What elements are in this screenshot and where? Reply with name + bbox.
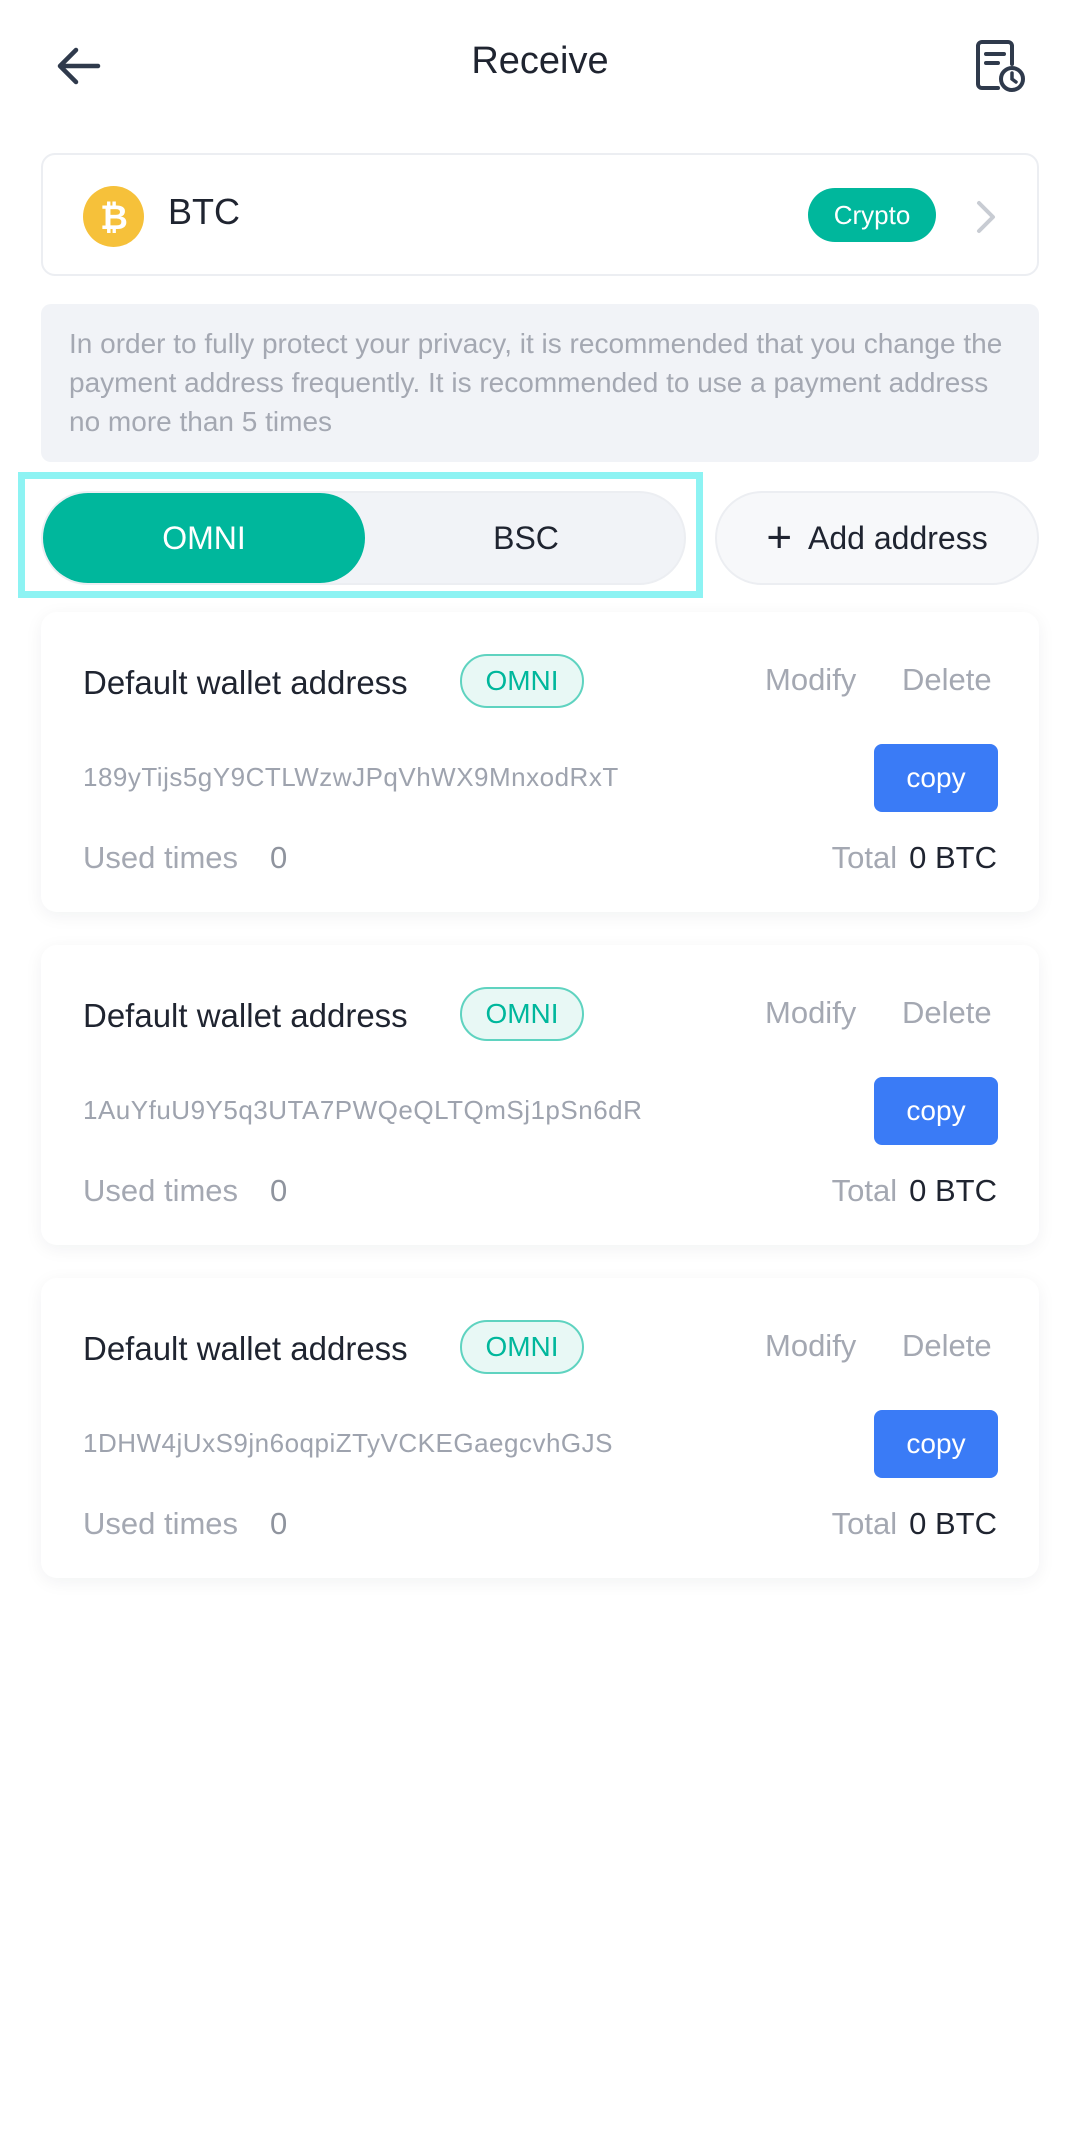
chevron-right-icon xyxy=(977,201,995,233)
network-tag: OMNI xyxy=(460,1320,584,1374)
receipt-clock-icon xyxy=(976,40,1025,92)
history-button[interactable] xyxy=(968,34,1032,98)
modify-button[interactable]: Modify xyxy=(765,995,856,1031)
network-tag: OMNI xyxy=(460,654,584,708)
address-title: Default wallet address xyxy=(83,997,408,1034)
network-tag: OMNI xyxy=(460,987,584,1041)
used-times-label: Used times xyxy=(83,840,239,875)
delete-button[interactable]: Delete xyxy=(902,1328,992,1364)
bitcoin-icon: ₿ xyxy=(83,186,144,247)
network-toggle[interactable]: OMNI BSC xyxy=(41,491,686,585)
app-header: Receive xyxy=(0,0,1080,130)
address-card: Default wallet address OMNI Modify Delet… xyxy=(41,612,1039,912)
total-value: 0 BTC xyxy=(909,1173,997,1208)
used-times-value: 0 xyxy=(270,840,288,875)
wallet-address: 1AuYfuU9Y5q3UTA7PWQeQLTQmSj1pSn6dR xyxy=(83,1095,643,1125)
delete-button[interactable]: Delete xyxy=(902,995,992,1031)
wallet-address: 189yTijs5gY9CTLWzwJPqVhWX9MnxodRxT xyxy=(83,762,619,792)
tab-bsc[interactable]: BSC xyxy=(365,493,687,583)
used-times-label: Used times xyxy=(83,1173,239,1208)
total: Total 0 BTC xyxy=(832,840,997,876)
page-title: Receive xyxy=(471,40,609,82)
svg-text:₿: ₿ xyxy=(100,199,128,237)
total: Total 0 BTC xyxy=(832,1173,997,1209)
privacy-notice: In order to fully protect your privacy, … xyxy=(41,304,1039,462)
wallet-address: 1DHW4jUxS9jn6oqpiZTyVCKEGaegcvhGJS xyxy=(83,1428,613,1458)
total-label: Total xyxy=(831,1506,898,1541)
crypto-badge: Crypto xyxy=(808,188,936,242)
used-times-value: 0 xyxy=(270,1173,288,1208)
coin-symbol: BTC xyxy=(168,191,240,232)
copy-button[interactable]: copy xyxy=(874,1410,998,1478)
plus-icon: + xyxy=(766,513,793,562)
total-value: 0 BTC xyxy=(909,840,997,875)
address-card: Default wallet address OMNI Modify Delet… xyxy=(41,945,1039,1245)
total-label: Total xyxy=(831,840,898,875)
coin-selector[interactable]: ₿ BTC Crypto xyxy=(41,153,1039,276)
address-card: Default wallet address OMNI Modify Delet… xyxy=(41,1278,1039,1578)
add-address-button[interactable]: + Add address xyxy=(715,491,1039,585)
used-times-value: 0 xyxy=(270,1506,288,1541)
used-times-label: Used times xyxy=(83,1506,239,1541)
tab-omni[interactable]: OMNI xyxy=(43,493,365,583)
address-title: Default wallet address xyxy=(83,1330,408,1367)
modify-button[interactable]: Modify xyxy=(765,662,856,698)
total-value: 0 BTC xyxy=(909,1506,997,1541)
add-address-label: Add address xyxy=(808,519,988,556)
total-label: Total xyxy=(831,1173,898,1208)
copy-button[interactable]: copy xyxy=(874,1077,998,1145)
total: Total 0 BTC xyxy=(832,1506,997,1542)
address-title: Default wallet address xyxy=(83,664,408,701)
delete-button[interactable]: Delete xyxy=(902,662,992,698)
modify-button[interactable]: Modify xyxy=(765,1328,856,1364)
copy-button[interactable]: copy xyxy=(874,744,998,812)
